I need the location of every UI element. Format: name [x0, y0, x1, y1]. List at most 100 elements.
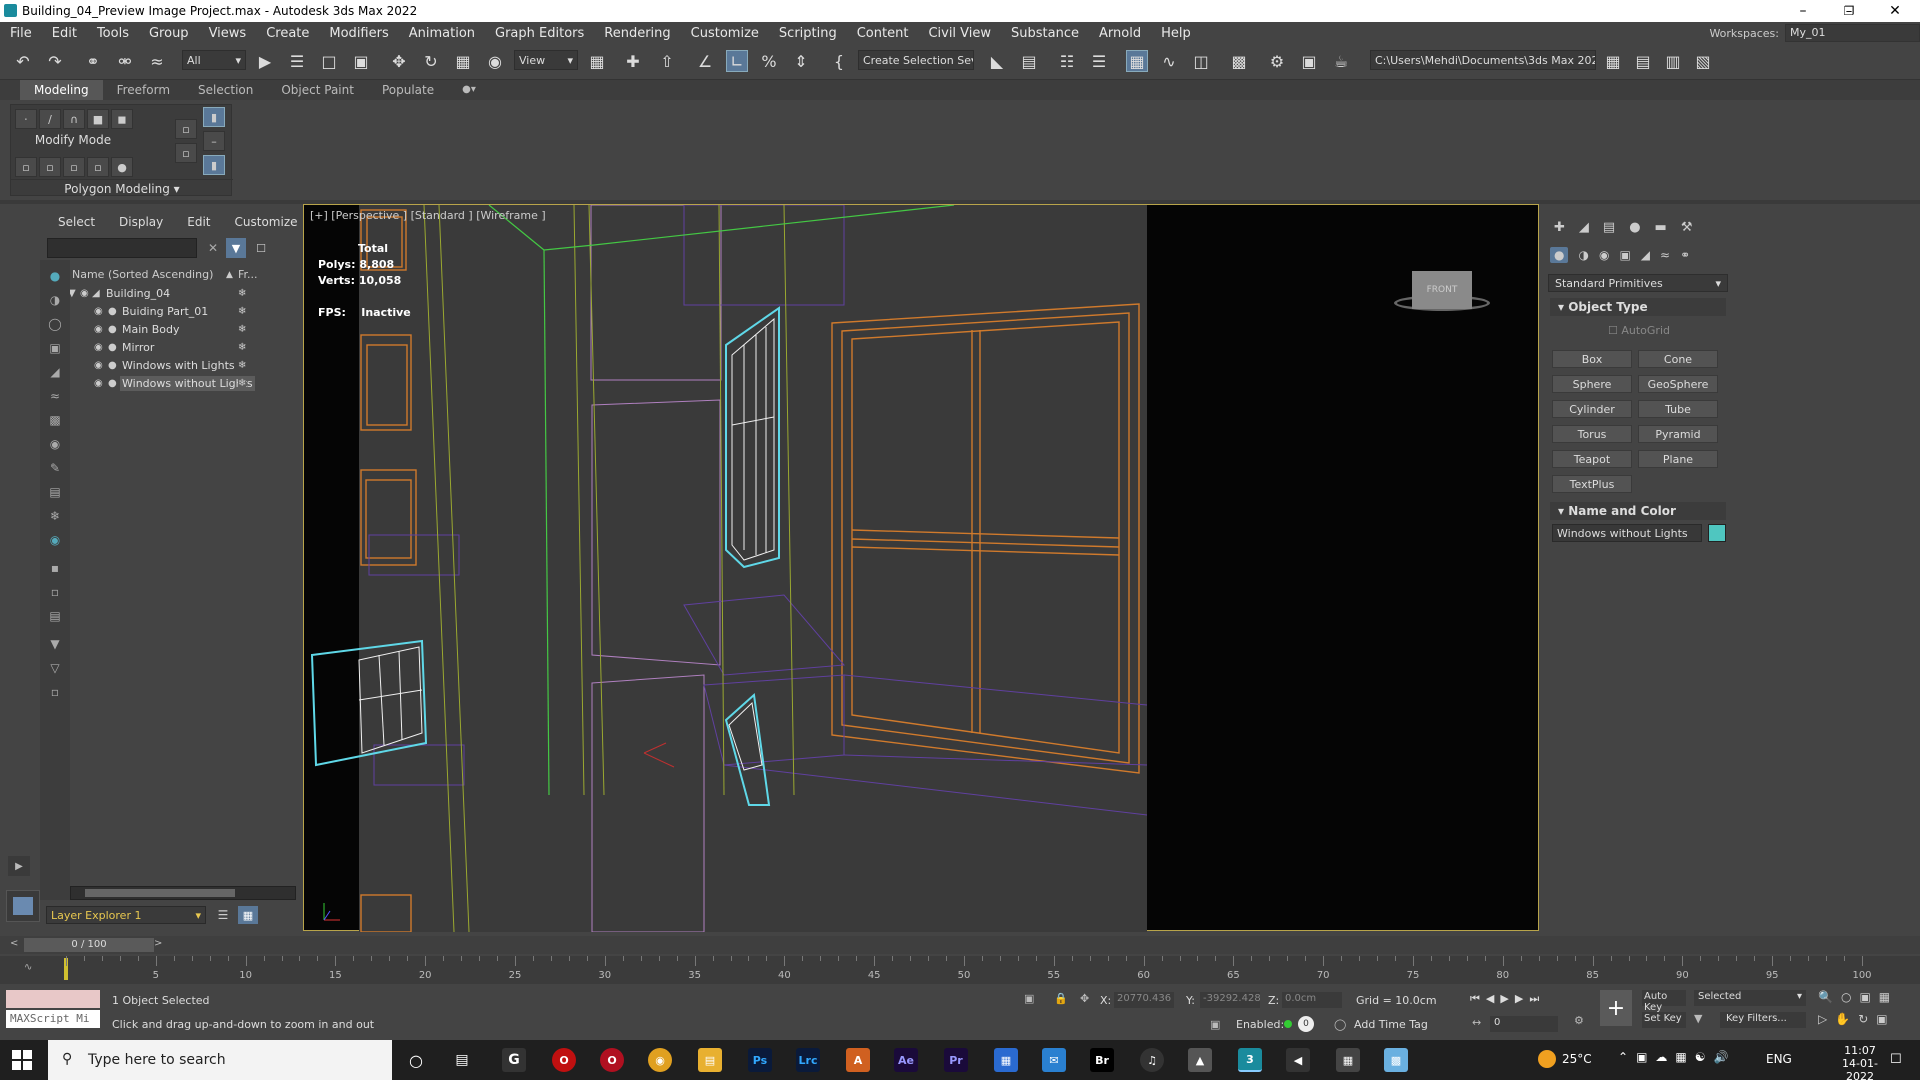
menu-substance[interactable]: Substance [1001, 26, 1089, 41]
next-frame-arrow-icon[interactable]: > [154, 938, 166, 952]
display-hidden-icon[interactable]: ◉ [47, 532, 63, 548]
helpers-category-icon[interactable]: ◢ [1641, 248, 1650, 262]
isolate-selection-icon[interactable]: ▣ [1024, 992, 1034, 1005]
name-and-color-rollout[interactable]: ▾ Name and Color [1550, 502, 1726, 520]
selection-filter-dropdown[interactable]: All ▾ [182, 50, 246, 70]
object-name-field[interactable]: Windows without Lights [1552, 524, 1702, 542]
premiere-pro-icon[interactable]: Pr [944, 1048, 968, 1072]
show-end-result-icon[interactable]: ▮ [203, 107, 225, 127]
wifi-icon[interactable]: ☯ [1695, 1050, 1714, 1064]
menu-civil-view[interactable]: Civil View [918, 26, 1001, 41]
expand-panel-icon[interactable]: ▶ [8, 856, 30, 876]
motion-tab-icon[interactable]: ● [1629, 220, 1640, 235]
tree-item[interactable]: ◉ ● Buiding Part_01 ❄ [66, 302, 336, 320]
prev-frame-arrow-icon[interactable]: < [10, 938, 22, 952]
key-mode-dropdown[interactable]: Selected ▾ [1694, 990, 1806, 1006]
menu-scripting[interactable]: Scripting [769, 26, 847, 41]
weather-icon[interactable] [1538, 1050, 1556, 1068]
sphere-button[interactable]: Sphere [1552, 375, 1632, 393]
project-path-dropdown[interactable]: C:\Users\Mehdi\Documents\3ds Max 2022▾ [1370, 50, 1596, 70]
edit-named-selection-icon[interactable]: { [828, 50, 850, 72]
workspace-dropdown[interactable]: My_01 [1785, 24, 1920, 42]
tab-freeform[interactable]: Freeform [103, 80, 184, 100]
link-icon[interactable]: ⚭ [82, 50, 104, 72]
store-icon[interactable]: ▦ [994, 1048, 1018, 1072]
menu-help[interactable]: Help [1151, 26, 1201, 41]
scene-tab-edit[interactable]: Edit [173, 215, 220, 229]
spacewarps-category-icon[interactable]: ≈ [1660, 248, 1670, 262]
menu-tools[interactable]: Tools [87, 26, 139, 41]
move-icon[interactable]: ✥ [388, 50, 410, 72]
display-helpers-icon[interactable]: ◢ [47, 364, 63, 380]
scene-search-input[interactable] [47, 238, 197, 258]
select-manipulate-icon[interactable]: ✚ [622, 50, 644, 72]
utilities-tab-icon[interactable]: ⚒ [1681, 220, 1693, 235]
lightroom-classic-icon[interactable]: Lrc [796, 1048, 820, 1072]
display-all-icon[interactable]: ▪ [47, 560, 63, 576]
z-coordinate-field[interactable]: 0.0cm [1282, 992, 1342, 1008]
visibility-eye-icon[interactable]: ◉ [94, 324, 103, 335]
menu-modifiers[interactable]: Modifiers [319, 26, 398, 41]
photoshop-icon[interactable]: Ps [748, 1048, 772, 1072]
torus-button[interactable]: Torus [1552, 425, 1632, 443]
display-lights-icon[interactable]: ◯ [47, 316, 63, 332]
zoom-extents-icon[interactable]: ▣ [1859, 990, 1878, 1004]
music-icon[interactable]: ♫ [1140, 1048, 1164, 1072]
menu-file[interactable]: File [0, 26, 42, 41]
unlink-icon[interactable]: ⚮ [114, 50, 136, 72]
pivot-center-icon[interactable]: ▦ [586, 50, 608, 72]
time-config-icon[interactable]: ↔ [1472, 1016, 1481, 1029]
filter-icon[interactable]: ▼ [226, 238, 246, 258]
display-bones-icon[interactable]: ✎ [47, 460, 63, 476]
menu-group[interactable]: Group [139, 26, 199, 41]
display-tab-icon[interactable]: ▬ [1655, 220, 1667, 235]
visibility-eye-icon[interactable]: ◉ [94, 342, 103, 353]
mod-tool-2-icon[interactable]: ▫ [39, 157, 61, 177]
schematic-view-icon[interactable]: ◫ [1190, 50, 1212, 72]
box-button[interactable]: Box [1552, 350, 1632, 368]
ribbon-options-icon[interactable]: ●▾ [448, 80, 490, 100]
menu-rendering[interactable]: Rendering [594, 26, 680, 41]
render-production-icon[interactable]: ☕ [1330, 50, 1352, 72]
add-time-tag-label[interactable]: Add Time Tag [1354, 1018, 1428, 1031]
ribbon-toggle-icon[interactable]: ▦ [1126, 50, 1148, 72]
pyramid-button[interactable]: Pyramid [1638, 425, 1718, 443]
tray-expand-icon[interactable]: ⌃ [1618, 1050, 1636, 1064]
key-filter-icon[interactable]: ▼ [1694, 1012, 1702, 1025]
project-folder-icon[interactable]: ▦ [1602, 50, 1624, 72]
y-coordinate-field[interactable]: -39292.428 [1200, 992, 1260, 1008]
notification-icon[interactable]: ☐ [1890, 1052, 1902, 1067]
windows-start-icon[interactable] [12, 1050, 32, 1070]
collapse-icon[interactable]: ▫ [47, 684, 63, 700]
mail-icon[interactable]: ✉ [1042, 1048, 1066, 1072]
object-type-rollout[interactable]: ▾ Object Type [1550, 298, 1726, 316]
cone-button[interactable]: Cone [1638, 350, 1718, 368]
tab-selection[interactable]: Selection [184, 80, 267, 100]
current-frame-field[interactable]: 0 [1490, 1016, 1558, 1032]
app-icon[interactable]: ▲ [1188, 1048, 1212, 1072]
select-object-icon[interactable]: ▶ [254, 50, 276, 72]
select-by-name-icon[interactable]: ☰ [286, 50, 308, 72]
field-of-view-icon[interactable]: ▷ [1818, 1012, 1835, 1026]
open-project-icon[interactable]: ▤ [1632, 50, 1654, 72]
app-g-icon[interactable]: G [502, 1048, 526, 1072]
border-icon[interactable]: ∩ [63, 109, 85, 129]
layer-table-icon[interactable]: ▦ [238, 906, 258, 924]
maximize-viewport-icon[interactable]: ▣ [1876, 1012, 1895, 1026]
align-icon[interactable]: ▤ [1018, 50, 1040, 72]
clear-search-icon[interactable]: ✕ [204, 238, 222, 258]
display-cameras-icon[interactable]: ▣ [47, 340, 63, 356]
stack-tool-icon[interactable]: ▫ [175, 119, 197, 139]
plane-button[interactable]: Plane [1638, 450, 1718, 468]
visibility-eye-icon[interactable]: ◉ [94, 306, 103, 317]
auto-key-button[interactable]: Auto Key [1642, 990, 1686, 1013]
menu-animation[interactable]: Animation [399, 26, 485, 41]
edge-icon[interactable]: ∕ [39, 109, 61, 129]
scale-icon[interactable]: ▦ [452, 50, 474, 72]
zoom-all-icon[interactable]: ○ [1841, 990, 1859, 1004]
undo-icon[interactable]: ↶ [12, 50, 34, 72]
pin-stack-icon[interactable]: ▮ [203, 155, 225, 175]
file-explorer-icon[interactable]: ▤ [698, 1048, 722, 1072]
cylinder-button[interactable]: Cylinder [1552, 400, 1632, 418]
layer-explorer-icon[interactable]: ☰ [1088, 50, 1110, 72]
